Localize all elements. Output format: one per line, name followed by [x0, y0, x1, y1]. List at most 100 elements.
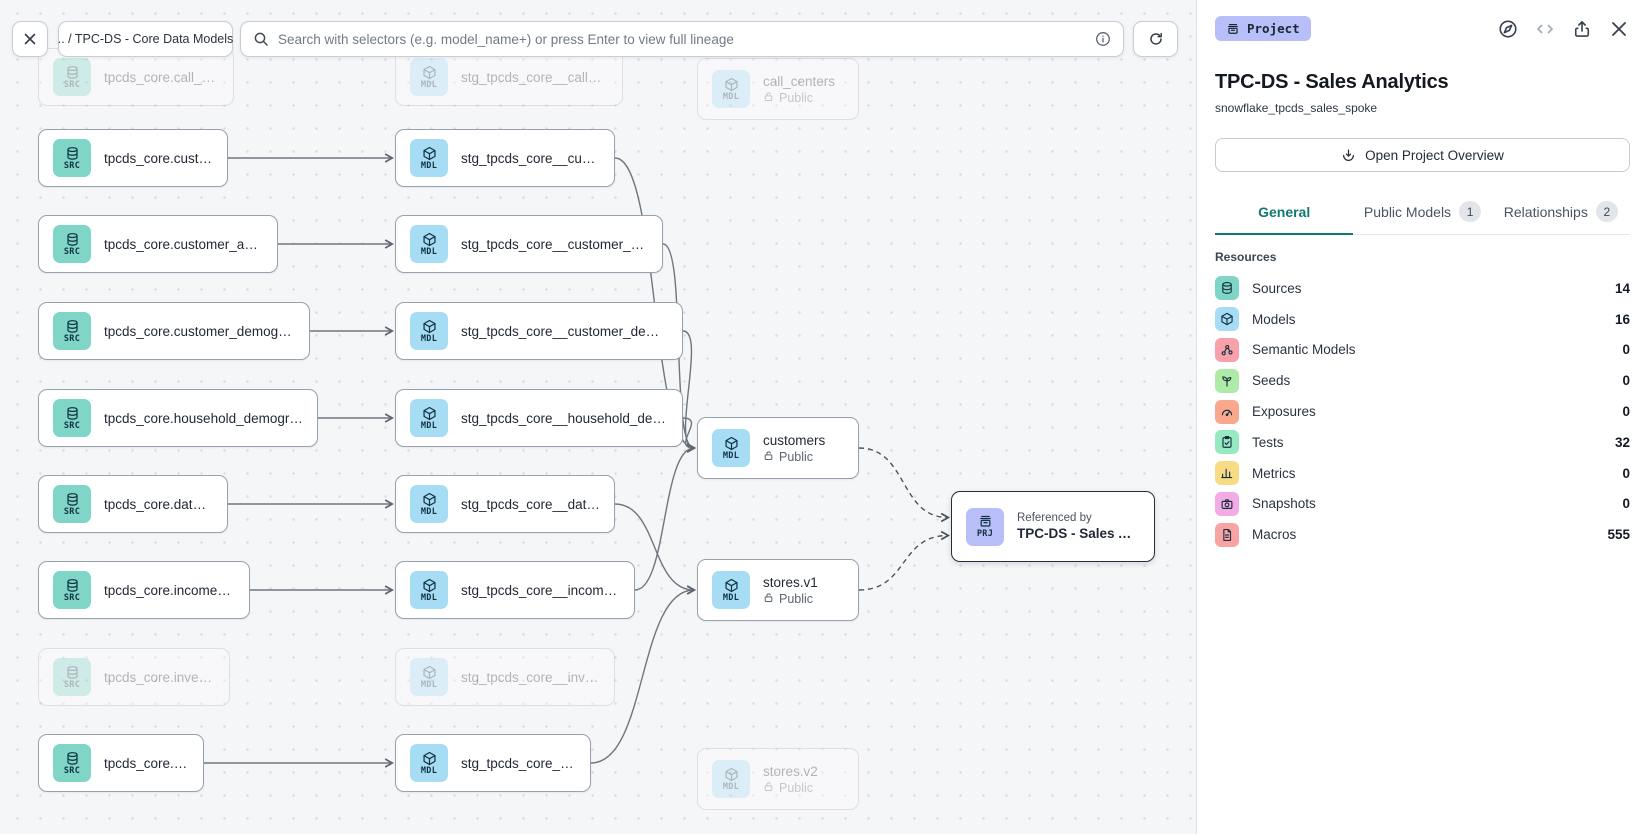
- close-panel-icon[interactable]: [1608, 18, 1630, 40]
- node-stg_inventory[interactable]: MDLstg_tpcds_core__inventory: [395, 648, 615, 706]
- close-lineage-button[interactable]: [12, 21, 48, 57]
- resource-label: Seeds: [1252, 373, 1290, 388]
- resource-count: 14: [1615, 281, 1630, 296]
- node-call_centers[interactable]: MDLcall_centersPublic: [697, 58, 859, 120]
- panel-title: TPC-DS - Sales Analytics: [1215, 71, 1630, 94]
- info-icon[interactable]: [1095, 31, 1111, 47]
- node-stg_income_band[interactable]: MDLstg_tpcds_core__income_band: [395, 561, 635, 619]
- seed-icon: [1215, 369, 1239, 393]
- tab-label: Public Models: [1364, 204, 1451, 220]
- resource-row-macros[interactable]: Macros555: [1215, 519, 1630, 550]
- metric-icon: [1215, 461, 1239, 485]
- resource-row-models[interactable]: Models16: [1215, 304, 1630, 335]
- cube-icon: MDL: [712, 760, 750, 798]
- refresh-icon: [1148, 31, 1164, 47]
- node-stg_household_demographics[interactable]: MDLstg_tpcds_core__household_demogr…: [395, 389, 683, 447]
- lineage-canvas[interactable]: SRCtpcds_core.call_centerSRCtpcds_core.c…: [0, 0, 1196, 834]
- node-src_inventory[interactable]: SRC tpcds_core.inventory: [38, 648, 230, 706]
- resources-list: Sources14Models16Semantic Models0Seeds0E…: [1215, 273, 1630, 550]
- node-label: stg_tpcds_core__call_center: [461, 70, 608, 85]
- node-prj[interactable]: PRJReferenced byTPC-DS - Sales Analytics: [951, 491, 1155, 562]
- node-label: tpcds_core.customer_demographics: [104, 324, 295, 339]
- node-stg_date_dim[interactable]: MDLstg_tpcds_core__date_dim: [395, 475, 615, 533]
- node-label: tpcds_core.income_band: [104, 583, 235, 598]
- node-stg_customer[interactable]: MDLstg_tpcds_core__customer: [395, 129, 615, 187]
- node-src_customer_demographics[interactable]: SRCtpcds_core.customer_demographics: [38, 302, 310, 360]
- tab-count-badge: 2: [1596, 201, 1618, 222]
- tab-relationships[interactable]: Relationships 2: [1492, 192, 1630, 235]
- close-icon: [22, 31, 38, 47]
- project-icon: [1226, 22, 1240, 36]
- project-type-badge-label: Project: [1247, 21, 1300, 36]
- lock-icon: [763, 592, 774, 606]
- node-label: stg_tpcds_core__household_demogr…: [461, 411, 668, 426]
- node-label: customers: [763, 433, 825, 448]
- node-src_customer[interactable]: SRCtpcds_core.customer: [38, 129, 228, 187]
- search-input[interactable]: [278, 32, 1086, 47]
- resource-row-snapshots[interactable]: Snapshots0: [1215, 488, 1630, 519]
- node-stg_store[interactable]: MDLstg_tpcds_core__store: [395, 734, 591, 792]
- lock-icon: [763, 781, 774, 795]
- node-src_income_band[interactable]: SRC tpcds_core.income_band: [38, 561, 250, 619]
- database-icon: SRC: [53, 571, 91, 609]
- resource-label: Sources: [1252, 281, 1302, 296]
- node-label: TPC-DS - Sales Analytics: [1017, 526, 1140, 541]
- panel-subtitle: snowflake_tpcds_sales_spoke: [1215, 101, 1630, 115]
- tab-public-models[interactable]: Public Models1: [1353, 192, 1491, 235]
- breadcrumb-label: .. / TPC-DS - Core Data Models: [58, 32, 234, 46]
- resource-count: 32: [1615, 435, 1630, 450]
- resource-count: 16: [1615, 312, 1630, 327]
- database-icon: SRC: [53, 139, 91, 177]
- explore-lineage-icon[interactable]: [1497, 18, 1519, 40]
- details-panel: Project TPC-DS - Sales Analytics snowfla…: [1196, 0, 1648, 834]
- tab-general[interactable]: General: [1215, 192, 1353, 235]
- node-stores_v2[interactable]: MDLstores.v2Public: [697, 748, 859, 810]
- cube-icon: MDL: [410, 58, 448, 96]
- database-icon: SRC: [53, 658, 91, 696]
- cube-icon: MDL: [410, 571, 448, 609]
- resource-row-seeds[interactable]: Seeds0: [1215, 365, 1630, 396]
- search-bar[interactable]: [240, 21, 1124, 57]
- node-src_store[interactable]: SRCtpcds_core.store: [38, 734, 204, 792]
- resource-count: 0: [1622, 404, 1630, 419]
- share-icon[interactable]: [1571, 18, 1593, 40]
- resource-row-semantic-models[interactable]: Semantic Models0: [1215, 335, 1630, 366]
- lock-icon: [763, 450, 774, 464]
- node-label: stores.v1: [763, 575, 818, 590]
- project-icon: PRJ: [966, 508, 1004, 546]
- node-src_customer_address[interactable]: SRCtpcds_core.customer_address: [38, 215, 278, 273]
- node-label: tpcds_core.call_center: [104, 70, 219, 85]
- database-icon: SRC: [53, 399, 91, 437]
- node-label: stg_tpcds_core__store: [461, 756, 576, 771]
- node-access: Public: [763, 450, 825, 464]
- node-stg_customer_address[interactable]: MDLstg_tpcds_core__customer_address: [395, 215, 663, 273]
- breadcrumb[interactable]: .. / TPC-DS - Core Data Models: [58, 21, 233, 57]
- snapshot-icon: [1215, 492, 1239, 516]
- resource-label: Macros: [1252, 527, 1296, 542]
- resource-row-sources[interactable]: Sources 14: [1215, 273, 1630, 304]
- resource-label: Tests: [1252, 435, 1284, 450]
- open-project-overview-button[interactable]: Open Project Overview: [1215, 138, 1630, 172]
- resource-row-tests[interactable]: Tests 32: [1215, 427, 1630, 458]
- resource-label: Exposures: [1252, 404, 1316, 419]
- node-label: stg_tpcds_core__date_dim: [461, 497, 600, 512]
- refresh-lineage-button[interactable]: [1133, 21, 1178, 57]
- node-customers[interactable]: MDLcustomersPublic: [697, 417, 859, 479]
- database-icon: SRC: [53, 225, 91, 263]
- cube-icon: MDL: [410, 225, 448, 263]
- node-label: stg_tpcds_core__customer: [461, 151, 600, 166]
- resource-count: 0: [1622, 342, 1630, 357]
- node-label: tpcds_core.date_dim: [104, 497, 213, 512]
- node-label: tpcds_core.inventory: [104, 670, 215, 685]
- node-stg_customer_demographics[interactable]: MDLstg_tpcds_core__customer_demogra…: [395, 302, 683, 360]
- database-icon: [1215, 276, 1239, 300]
- tab-label: Relationships: [1504, 204, 1588, 220]
- node-src_household_demographics[interactable]: SRCtpcds_core.household_demographics: [38, 389, 318, 447]
- resource-row-metrics[interactable]: Metrics0: [1215, 458, 1630, 489]
- node-src_date_dim[interactable]: SRCtpcds_core.date_dim: [38, 475, 228, 533]
- resource-row-exposures[interactable]: Exposures 0: [1215, 396, 1630, 427]
- resource-label: Metrics: [1252, 466, 1296, 481]
- node-stores_v1[interactable]: MDLstores.v1Public: [697, 559, 859, 621]
- code-icon[interactable]: [1534, 18, 1556, 40]
- resource-count: 0: [1622, 496, 1630, 511]
